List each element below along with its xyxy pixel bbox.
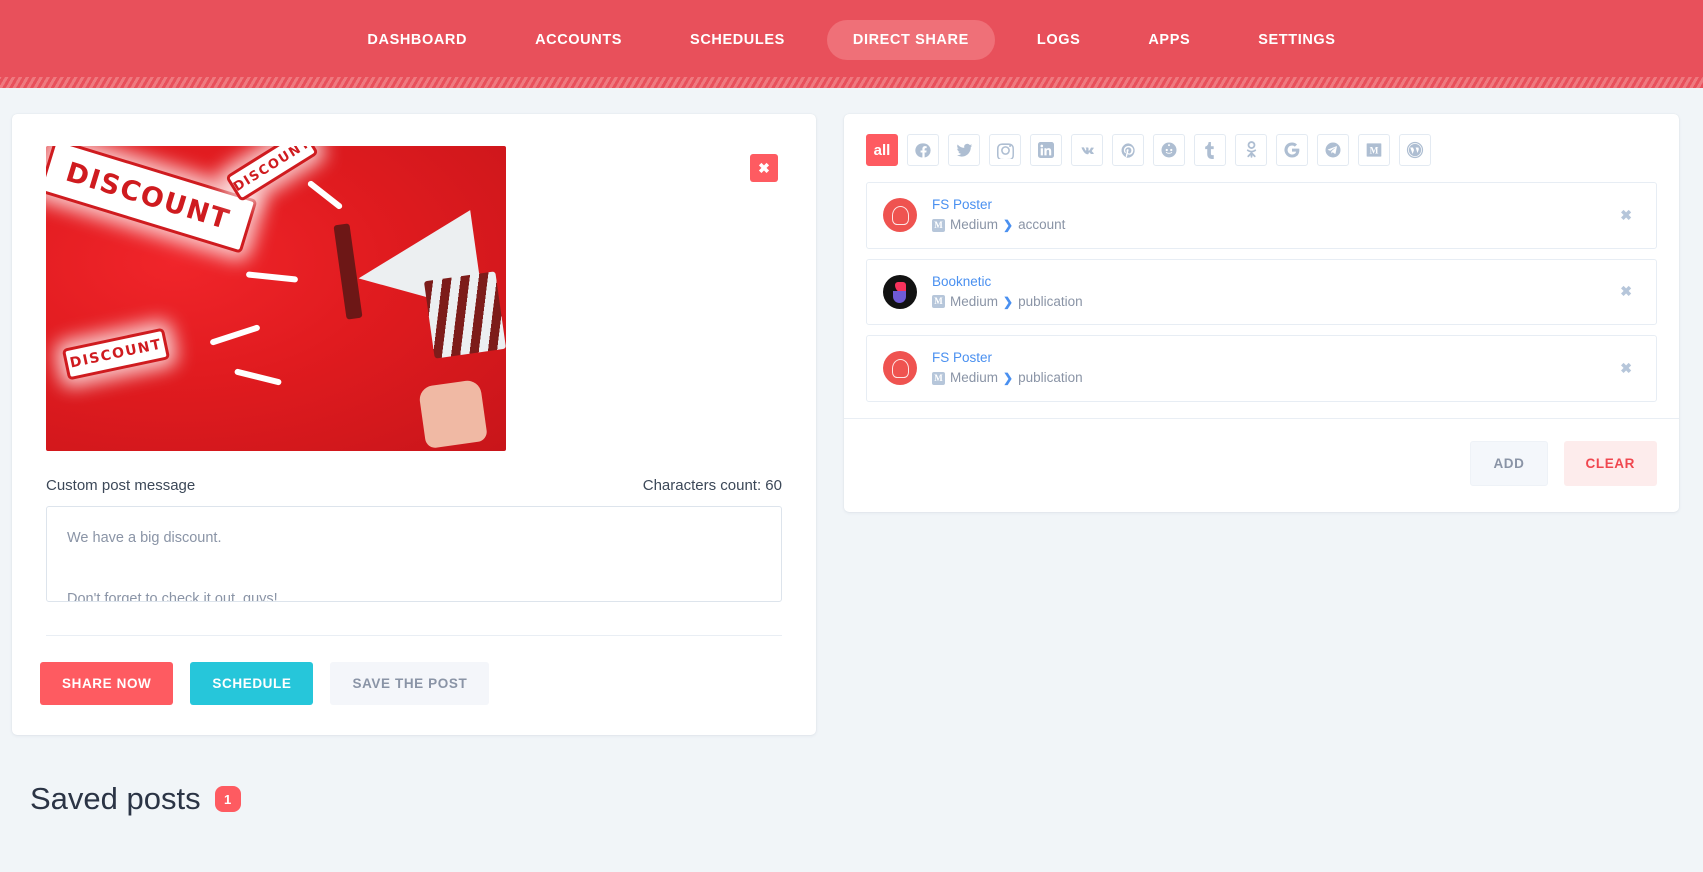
account-meta: M Medium ❯ publication [932, 368, 1612, 388]
header-stripe-decoration [0, 77, 1703, 88]
accounts-actions: ADD CLEAR [844, 419, 1679, 512]
compose-body: DISCOUNT DISCOUNT DISCOUNT ✖ Custom post… [12, 114, 816, 636]
account-name[interactable]: FS Poster [932, 348, 1612, 368]
avatar [883, 198, 917, 233]
accounts-card-inner: all M FS Poster M Medium ❯ account ✖ Boo… [844, 114, 1679, 402]
account-name[interactable]: FS Poster [932, 195, 1612, 215]
remove-account-button[interactable]: ✖ [1612, 203, 1640, 228]
custom-post-message-label: Custom post message [46, 477, 196, 494]
discount-stamp: DISCOUNT [61, 327, 171, 381]
custom-post-message-input[interactable] [46, 506, 782, 602]
ray-decoration [233, 368, 283, 386]
remove-image-button[interactable]: ✖ [750, 154, 778, 182]
clear-button[interactable]: CLEAR [1563, 440, 1657, 486]
ray-decoration [306, 179, 344, 211]
svg-text:M: M [1370, 147, 1379, 157]
account-platform: Medium [950, 293, 999, 309]
chevron-right-icon: ❯ [1003, 218, 1014, 233]
schedule-button[interactable]: SCHEDULE [190, 662, 314, 705]
share-now-button[interactable]: SHARE NOW [40, 662, 174, 705]
account-type: account [1018, 217, 1066, 233]
account-name[interactable]: Booknetic [932, 272, 1612, 292]
compose-divider [46, 635, 782, 636]
nav-item-settings[interactable]: SETTINGS [1232, 20, 1361, 60]
account-info: FS Poster M Medium ❯ account [932, 195, 1612, 236]
account-platform: Medium [950, 217, 999, 233]
chevron-right-icon: ❯ [1003, 294, 1014, 309]
remove-account-button[interactable]: ✖ [1612, 356, 1640, 381]
account-meta: M Medium ❯ account [932, 215, 1612, 235]
tumblr-icon[interactable] [1194, 134, 1226, 166]
nav-item-direct-share[interactable]: DIRECT SHARE [826, 20, 995, 60]
avatar [883, 351, 917, 386]
selected-accounts-list: FS Poster M Medium ❯ account ✖ Booknetic… [866, 182, 1657, 402]
platform-filter-all[interactable]: all [866, 134, 898, 166]
google-icon[interactable] [1276, 134, 1308, 166]
account-type: publication [1018, 370, 1083, 386]
chevron-right-icon: ❯ [1003, 371, 1014, 386]
telegram-icon[interactable] [1317, 134, 1349, 166]
account-row[interactable]: FS Poster M Medium ❯ publication ✖ [866, 335, 1657, 402]
compose-card: DISCOUNT DISCOUNT DISCOUNT ✖ Custom post… [12, 114, 816, 735]
accounts-column: all M FS Poster M Medium ❯ account ✖ Boo… [830, 88, 1703, 512]
nav-item-schedules[interactable]: SCHEDULES [664, 20, 811, 60]
nav-items: DASHBOARD ACCOUNTS SCHEDULES DIRECT SHAR… [333, 0, 1369, 80]
reddit-icon[interactable] [1153, 134, 1185, 166]
twitter-icon[interactable] [948, 134, 980, 166]
booknetic-shape [893, 290, 906, 303]
megaphone-hand-shape [417, 378, 489, 450]
message-header: Custom post message Characters count: 60 [46, 477, 782, 494]
account-meta: M Medium ❯ publication [932, 292, 1612, 312]
accounts-card: all M FS Poster M Medium ❯ account ✖ Boo… [844, 114, 1679, 512]
compose-column: DISCOUNT DISCOUNT DISCOUNT ✖ Custom post… [0, 88, 830, 817]
account-row[interactable]: Booknetic M Medium ❯ publication ✖ [866, 258, 1657, 325]
remove-account-button[interactable]: ✖ [1612, 279, 1640, 304]
page-body: DISCOUNT DISCOUNT DISCOUNT ✖ Custom post… [0, 88, 1703, 817]
vk-icon[interactable] [1071, 134, 1103, 166]
instagram-icon[interactable] [989, 134, 1021, 166]
avatar [883, 274, 917, 309]
odnoklassniki-icon[interactable] [1235, 134, 1267, 166]
characters-count-label: Characters count: 60 [642, 477, 782, 494]
discount-stamp: DISCOUNT [46, 146, 258, 254]
nav-item-logs[interactable]: LOGS [1011, 20, 1107, 60]
nav-item-dashboard[interactable]: DASHBOARD [341, 20, 493, 60]
saved-posts-header: Saved posts 1 [12, 735, 816, 817]
discount-stamp: DISCOUNT [225, 146, 319, 203]
top-navigation-bar: DASHBOARD ACCOUNTS SCHEDULES DIRECT SHAR… [0, 0, 1703, 88]
media-row: DISCOUNT DISCOUNT DISCOUNT ✖ [46, 146, 782, 451]
ray-decoration [245, 271, 299, 283]
account-info: FS Poster M Medium ❯ publication [932, 348, 1612, 389]
post-image-preview: DISCOUNT DISCOUNT DISCOUNT [46, 146, 506, 451]
medium-badge-icon: M [932, 218, 945, 232]
compose-actions: SHARE NOW SCHEDULE SAVE THE POST [12, 636, 816, 735]
medium-badge-icon: M [932, 295, 945, 309]
megaphone-grip-shape [423, 271, 506, 359]
nav-item-accounts[interactable]: ACCOUNTS [509, 20, 648, 60]
medium-badge-icon: M [932, 371, 945, 385]
account-platform: Medium [950, 370, 999, 386]
wordpress-icon[interactable] [1399, 134, 1431, 166]
account-info: Booknetic M Medium ❯ publication [932, 272, 1612, 313]
ray-decoration [209, 324, 261, 346]
medium-icon[interactable]: M [1358, 134, 1390, 166]
linkedin-icon[interactable] [1030, 134, 1062, 166]
platform-filter-row: all M [866, 134, 1657, 166]
add-button[interactable]: ADD [1470, 440, 1548, 486]
nav-item-apps[interactable]: APPS [1122, 20, 1216, 60]
account-row[interactable]: FS Poster M Medium ❯ account ✖ [866, 182, 1657, 249]
pinterest-icon[interactable] [1112, 134, 1144, 166]
account-type: publication [1018, 293, 1083, 309]
saved-posts-title: Saved posts [30, 781, 201, 816]
save-the-post-button[interactable]: SAVE THE POST [330, 662, 490, 705]
facebook-icon[interactable] [907, 134, 939, 166]
saved-posts-count-badge: 1 [214, 786, 241, 812]
